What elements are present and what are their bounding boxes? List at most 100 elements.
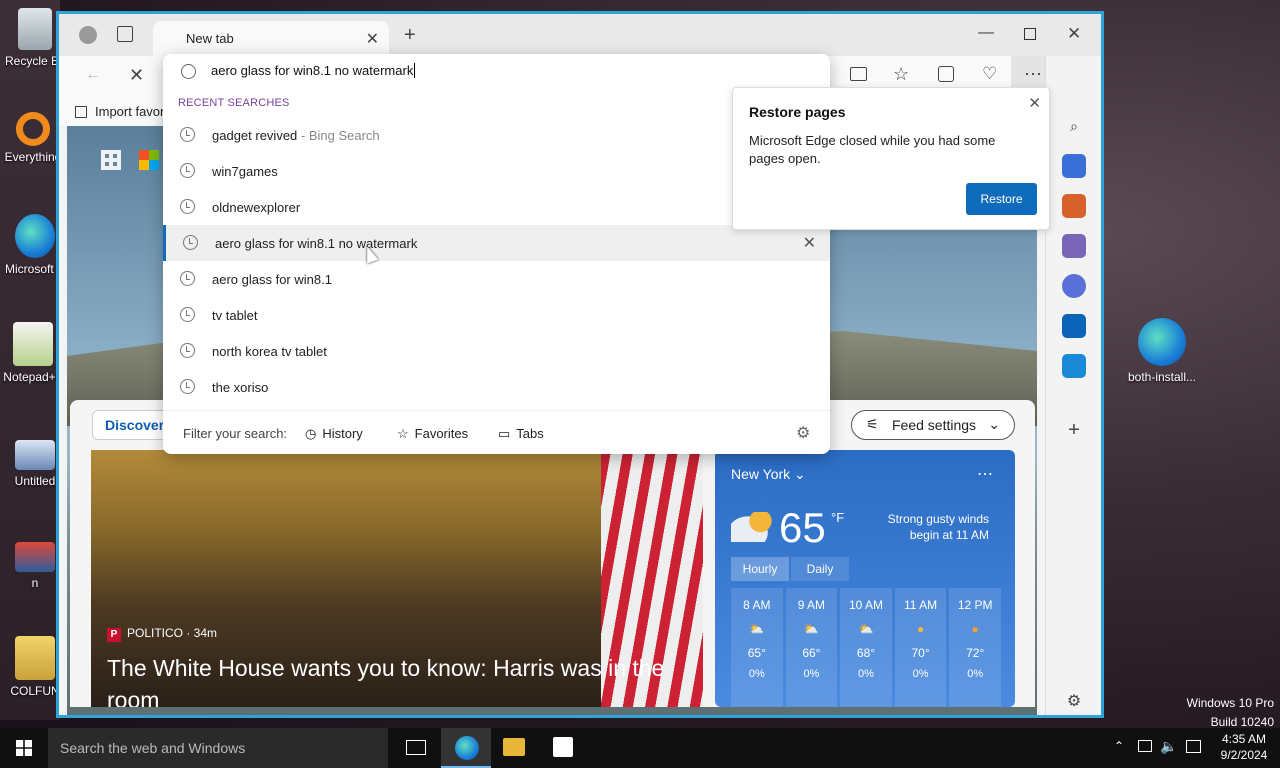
chevron-down-icon: ⌄ — [988, 416, 1000, 432]
profile-icon[interactable] — [79, 26, 97, 44]
clock[interactable]: 4:35 AM 9/2/2024 — [1214, 731, 1274, 763]
suggestion-item[interactable]: tv tablet — [163, 297, 830, 333]
weather-description: Strong gusty winds begin at 11 AM — [887, 512, 989, 542]
news-card[interactable]: P POLITICO · 34m The White House wants yo… — [91, 450, 703, 707]
search-icon[interactable]: ⌕ — [1062, 114, 1086, 138]
feed-settings-button[interactable]: ⚟ Feed settings ⌄ — [851, 410, 1015, 440]
weather-more-icon[interactable]: ⋯ — [977, 464, 993, 484]
filter-tabs-button[interactable]: ▭ Tabs — [498, 426, 544, 442]
tools-icon[interactable] — [1062, 194, 1086, 218]
task-view-icon[interactable] — [406, 740, 426, 755]
restore-title: Restore pages — [749, 104, 846, 120]
history-icon — [180, 199, 195, 214]
outlook-icon[interactable] — [1062, 314, 1086, 338]
close-popup-icon[interactable]: ✕ — [1028, 94, 1041, 112]
taskbar-edge-icon[interactable] — [441, 728, 491, 768]
history-icon — [180, 163, 195, 178]
taskbar: Search the web and Windows ⌃ 🔈 4:35 AM 9/… — [0, 728, 1280, 768]
news-headline[interactable]: The White House wants you to know: Harri… — [107, 652, 687, 707]
file-explorer-icon[interactable] — [503, 738, 525, 756]
restore-button[interactable]: Restore — [966, 183, 1037, 215]
suggestion-item[interactable]: gadget revived - Bing Search — [163, 117, 830, 153]
suggestion-item[interactable]: win7games — [163, 153, 830, 189]
history-icon — [183, 235, 198, 250]
favorites-icon[interactable]: ☆ — [893, 64, 909, 85]
apps-grid-icon[interactable] — [101, 150, 121, 170]
hour-column: 9 AM ⛅ 66° 0% — [785, 588, 838, 707]
add-sidebar-icon[interactable]: + — [1062, 418, 1086, 442]
hour-column: 10 AM ⛅ 68° 0% — [840, 588, 892, 707]
start-icon[interactable] — [16, 740, 32, 756]
filter-history-button[interactable]: ◷ History — [305, 426, 363, 442]
suggestion-item[interactable]: north korea tv tablet — [163, 333, 830, 369]
browser-essentials-icon[interactable]: ♡ — [982, 64, 997, 84]
stop-icon[interactable]: ✕ — [129, 65, 144, 86]
hour-column: 12 PM ● 72° 0% — [949, 588, 1001, 707]
desktop-icon-notepadpp[interactable]: Notepad++ — [3, 322, 63, 384]
send-icon[interactable] — [1062, 354, 1086, 378]
close-tab-icon[interactable]: ✕ — [366, 29, 379, 49]
tabs-icon: ▭ — [498, 426, 511, 441]
suggestion-item-selected[interactable]: aero glass for win8.1 no watermark ✕ — [163, 225, 830, 261]
volume-muted-icon[interactable]: 🔈 — [1160, 738, 1177, 755]
network-icon[interactable] — [1138, 740, 1152, 752]
os-watermark: Windows 10 Pro Build 10240 — [1186, 696, 1274, 729]
recent-searches-label: RECENT SEARCHES — [178, 97, 290, 109]
chevron-down-icon: ⌄ — [794, 466, 806, 482]
desktop-icon-both-install[interactable]: both-install... — [1126, 318, 1198, 384]
suggestion-item[interactable]: the xoriso — [163, 369, 830, 405]
filter-favorites-button[interactable]: ☆ Favorites — [397, 426, 468, 442]
suggestion-item[interactable]: oldnewexplorer — [163, 189, 830, 225]
office-icon[interactable] — [1062, 274, 1086, 298]
tab-daily[interactable]: Daily — [791, 557, 849, 581]
history-icon — [180, 379, 195, 394]
import-icon — [75, 106, 87, 118]
history-icon — [180, 127, 195, 142]
cloud-sun-icon: ⛅ — [858, 622, 874, 636]
address-suggestion-dropdown: aero glass for win8.1 no watermark RECEN… — [163, 54, 830, 454]
remove-suggestion-icon[interactable]: ✕ — [803, 233, 816, 253]
taskbar-search-input[interactable]: Search the web and Windows — [48, 728, 388, 768]
import-favorites-link[interactable]: Import favor — [75, 104, 164, 119]
sliders-icon: ⚟ — [866, 416, 879, 432]
show-hidden-icons[interactable]: ⌃ — [1114, 739, 1124, 753]
history-icon — [180, 343, 195, 358]
desktop-icon-everything[interactable]: Everything — [3, 112, 63, 164]
politico-icon: P — [107, 628, 121, 642]
tab-hourly[interactable]: Hourly — [731, 557, 789, 581]
weather-card[interactable]: New York ⌄ ⋯ 65 °F Strong gusty winds be… — [715, 450, 1015, 707]
store-icon[interactable] — [553, 737, 573, 757]
sun-icon: ● — [916, 622, 925, 636]
hour-column: 11 AM ● 70° 0% — [894, 588, 947, 707]
settings-gear-icon[interactable]: ⚙ — [796, 423, 810, 443]
close-window-icon[interactable]: ✕ — [1067, 24, 1081, 44]
back-icon[interactable]: ← — [85, 66, 101, 84]
shopping-icon[interactable] — [1062, 154, 1086, 178]
collections-icon[interactable] — [938, 66, 954, 82]
filter-label: Filter your search: — [183, 426, 288, 441]
hour-column: 8 AM ⛅ 65° 0% — [731, 588, 783, 707]
minimize-icon[interactable]: — — [978, 24, 994, 42]
hourly-forecast: 8 AM ⛅ 65° 0% 9 AM ⛅ 66° 0% 10 AM ⛅ 68° 0% 11 AM ●… — [731, 588, 1001, 707]
cloud-sun-icon: ⛅ — [749, 622, 765, 636]
notifications-icon[interactable] — [1186, 740, 1201, 753]
suggestion-item[interactable]: aero glass for win8.1 — [163, 261, 830, 297]
weather-temp: 65 — [779, 504, 826, 551]
filter-bar: Filter your search: ◷ History ☆ Favorites … — [163, 410, 830, 454]
games-icon[interactable] — [1062, 234, 1086, 258]
tab-actions-icon[interactable] — [117, 26, 133, 42]
sidebar-settings-icon[interactable]: ⚙ — [1062, 690, 1086, 714]
split-screen-icon[interactable] — [850, 67, 867, 81]
weather-city[interactable]: New York ⌄ — [731, 466, 806, 483]
restore-message: Microsoft Edge closed while you had some… — [749, 133, 996, 166]
weather-unit: °F — [831, 510, 845, 525]
cloud-sun-icon — [731, 512, 773, 542]
cloud-sun-icon: ⛅ — [803, 622, 819, 636]
star-icon: ☆ — [397, 426, 409, 441]
edge-sidebar: ⌕ + ⚙ — [1045, 56, 1101, 715]
address-bar-input[interactable]: aero glass for win8.1 no watermark — [163, 54, 830, 88]
maximize-icon[interactable] — [1024, 28, 1036, 40]
new-tab-icon[interactable]: + — [404, 24, 416, 47]
tab-new-tab[interactable]: New tab ✕ — [153, 21, 389, 56]
history-icon: ◷ — [305, 426, 317, 441]
